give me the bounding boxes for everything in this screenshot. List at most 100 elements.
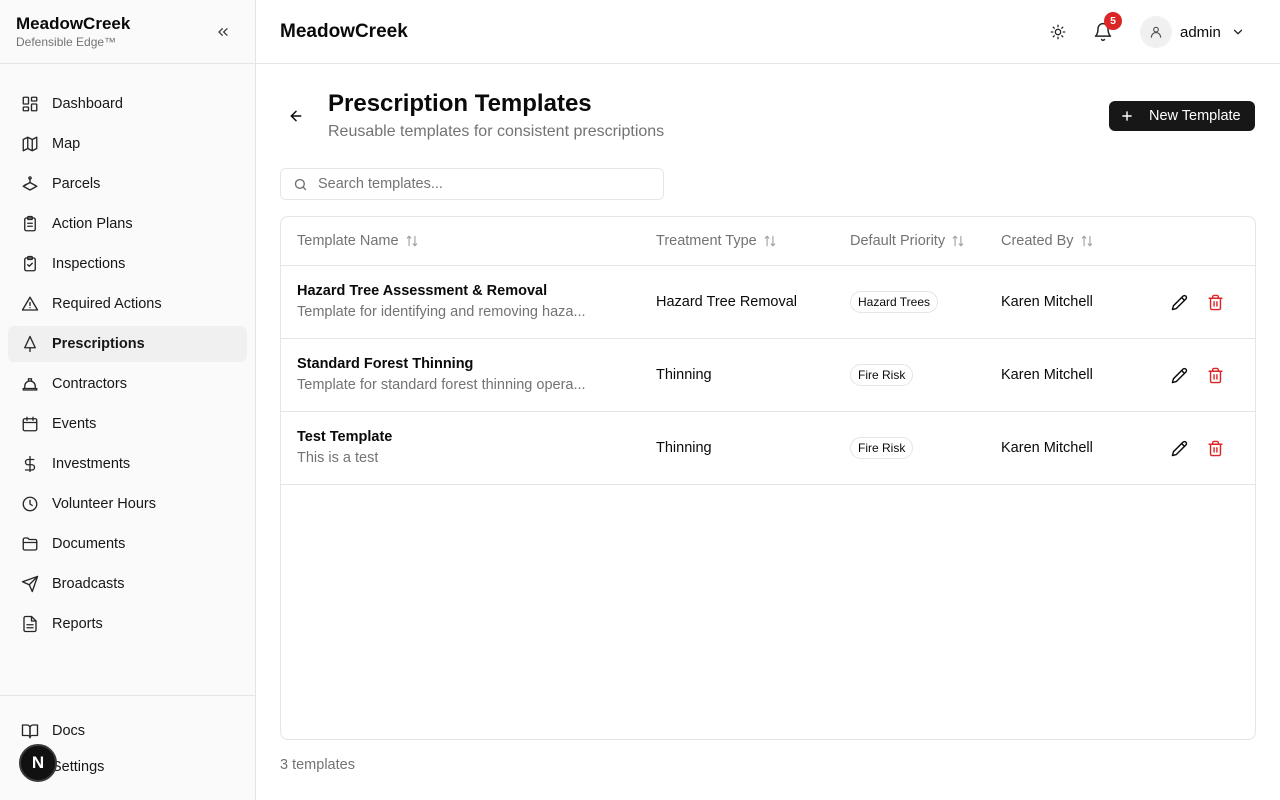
sidebar-item-label: Documents: [52, 536, 126, 552]
page-subtitle: Reusable templates for consistent prescr…: [328, 123, 665, 140]
sidebar-item-events[interactable]: Events: [8, 406, 247, 442]
column-header-template-name[interactable]: Template Name: [297, 233, 419, 249]
sidebar-item-inspections[interactable]: Inspections: [8, 246, 247, 282]
trash-icon: [1207, 367, 1224, 384]
sort-icon: [405, 234, 419, 248]
table-row[interactable]: Hazard Tree Assessment & Removal Templat…: [281, 266, 1255, 339]
trash-icon: [1207, 294, 1224, 311]
created-by: Karen Mitchell: [1001, 440, 1093, 456]
sidebar-item-label: Parcels: [52, 176, 101, 192]
template-description: This is a test: [297, 450, 379, 466]
template-description: Template for identifying and removing ha…: [297, 304, 586, 320]
dashboard-icon: [21, 95, 39, 113]
sidebar-item-contractors[interactable]: Contractors: [8, 366, 247, 402]
new-template-button[interactable]: New Template: [1109, 101, 1255, 131]
sun-icon: [1050, 24, 1066, 40]
trash-icon: [1207, 440, 1224, 457]
sidebar-item-volunteer-hours[interactable]: Volunteer Hours: [8, 486, 247, 522]
sidebar-item-required-actions[interactable]: Required Actions: [8, 286, 247, 322]
priority-badge: Hazard Trees: [850, 291, 939, 313]
sidebar-item-label: Inspections: [52, 256, 126, 272]
chevrons-left-icon: [215, 24, 231, 40]
created-by: Karen Mitchell: [1001, 367, 1093, 383]
page-title: Prescription Templates: [328, 90, 592, 117]
priority-badge: Fire Risk: [850, 364, 914, 386]
template-name: Test Template: [297, 429, 393, 445]
plus-icon: [1119, 108, 1135, 124]
chevron-down-icon: [1231, 25, 1245, 39]
sidebar-item-documents[interactable]: Documents: [8, 526, 247, 562]
sidebar-item-label: Settings: [52, 759, 105, 775]
sidebar-item-map[interactable]: Map: [8, 126, 247, 162]
dev-tools-badge[interactable]: N: [19, 744, 57, 782]
template-name: Hazard Tree Assessment & Removal: [297, 283, 548, 299]
treatment-type: Thinning: [656, 367, 712, 383]
sidebar-item-reports[interactable]: Reports: [8, 606, 247, 642]
table-row[interactable]: Standard Forest Thinning Template for st…: [281, 339, 1255, 412]
sidebar-item-label: Map: [52, 136, 81, 152]
sidebar-item-label: Required Actions: [52, 296, 162, 312]
avatar: [1140, 16, 1172, 48]
sidebar-item-broadcasts[interactable]: Broadcasts: [8, 566, 247, 602]
sidebar-item-label: Investments: [52, 456, 131, 472]
sidebar-item-label: Dashboard: [52, 96, 123, 112]
sidebar-item-label: Events: [52, 416, 97, 432]
top-bar: MeadowCreek 5 admin: [256, 0, 1280, 64]
alert-triangle-icon: [21, 295, 39, 313]
search-box: [280, 168, 664, 200]
brand-name: MeadowCreek: [16, 14, 131, 33]
column-header-created-by[interactable]: Created By: [1001, 233, 1094, 249]
sidebar-item-label: Docs: [52, 723, 86, 739]
sort-icon: [763, 234, 777, 248]
column-label: Default Priority: [850, 233, 946, 249]
notification-count-badge: 5: [1104, 12, 1122, 30]
templates-table: Template Name Treatment Type Default Pri…: [280, 216, 1256, 740]
sidebar-item-action-plans[interactable]: Action Plans: [8, 206, 247, 242]
sidebar-item-label: Prescriptions: [52, 336, 145, 352]
calendar-icon: [21, 415, 39, 433]
treatment-type: Thinning: [656, 440, 712, 456]
theme-toggle-button[interactable]: [1044, 18, 1072, 46]
delete-button[interactable]: [1205, 438, 1225, 458]
sidebar-item-dashboard[interactable]: Dashboard: [8, 86, 247, 122]
sort-icon: [1080, 234, 1094, 248]
delete-button[interactable]: [1205, 292, 1225, 312]
pencil-icon: [1171, 367, 1188, 384]
edit-button[interactable]: [1169, 438, 1189, 458]
sidebar-item-investments[interactable]: Investments: [8, 446, 247, 482]
sidebar-item-label: Broadcasts: [52, 576, 125, 592]
column-header-default-priority[interactable]: Default Priority: [850, 233, 965, 249]
sidebar-item-label: Volunteer Hours: [52, 496, 156, 512]
app-title: MeadowCreek: [280, 21, 408, 42]
sidebar: MeadowCreek Defensible Edge™ Dashboard M…: [0, 0, 256, 800]
treatment-type: Hazard Tree Removal: [656, 294, 798, 310]
clipboard-icon: [21, 215, 39, 233]
sidebar-item-parcels[interactable]: Parcels: [8, 166, 247, 202]
user-menu[interactable]: admin: [1140, 16, 1245, 48]
search-input[interactable]: [318, 176, 648, 192]
back-button[interactable]: [284, 104, 308, 128]
pencil-icon: [1171, 440, 1188, 457]
folder-icon: [21, 535, 39, 553]
edit-button[interactable]: [1169, 365, 1189, 385]
sidebar-item-label: Reports: [52, 616, 103, 632]
delete-button[interactable]: [1205, 365, 1225, 385]
file-text-icon: [21, 615, 39, 633]
sidebar-item-docs[interactable]: Docs: [8, 713, 247, 749]
brand-subtitle: Defensible Edge™: [16, 35, 117, 49]
clipboard-check-icon: [21, 255, 39, 273]
edit-button[interactable]: [1169, 292, 1189, 312]
table-row[interactable]: Test Template This is a test Thinning Fi…: [281, 412, 1255, 485]
template-name: Standard Forest Thinning: [297, 356, 474, 372]
tree-icon: [21, 335, 39, 353]
map-icon: [21, 135, 39, 153]
column-label: Template Name: [297, 233, 399, 249]
sidebar-nav: Dashboard Map Parcels Action Plans Inspe…: [8, 86, 247, 646]
column-header-treatment-type[interactable]: Treatment Type: [656, 233, 777, 249]
send-icon: [21, 575, 39, 593]
template-description: Template for standard forest thinning op…: [297, 377, 586, 393]
sidebar-item-prescriptions[interactable]: Prescriptions: [8, 326, 247, 362]
hard-hat-icon: [21, 375, 39, 393]
pencil-icon: [1171, 294, 1188, 311]
collapse-sidebar-button[interactable]: [210, 20, 236, 44]
